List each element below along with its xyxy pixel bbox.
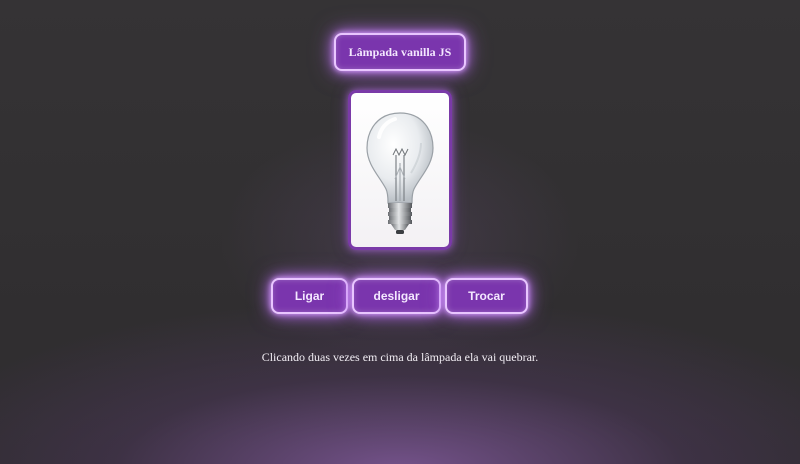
instruction-text: Clicando duas vezes em cima da lâmpada e… [261,350,539,364]
lamp-image[interactable] [348,90,452,250]
lightbulb-off-icon [366,112,434,234]
turn-on-button[interactable]: Ligar [271,278,348,314]
turn-off-button[interactable]: desligar [352,278,441,314]
replace-button[interactable]: Trocar [445,278,528,314]
page-title-button: Lâmpada vanilla JS [334,33,466,71]
